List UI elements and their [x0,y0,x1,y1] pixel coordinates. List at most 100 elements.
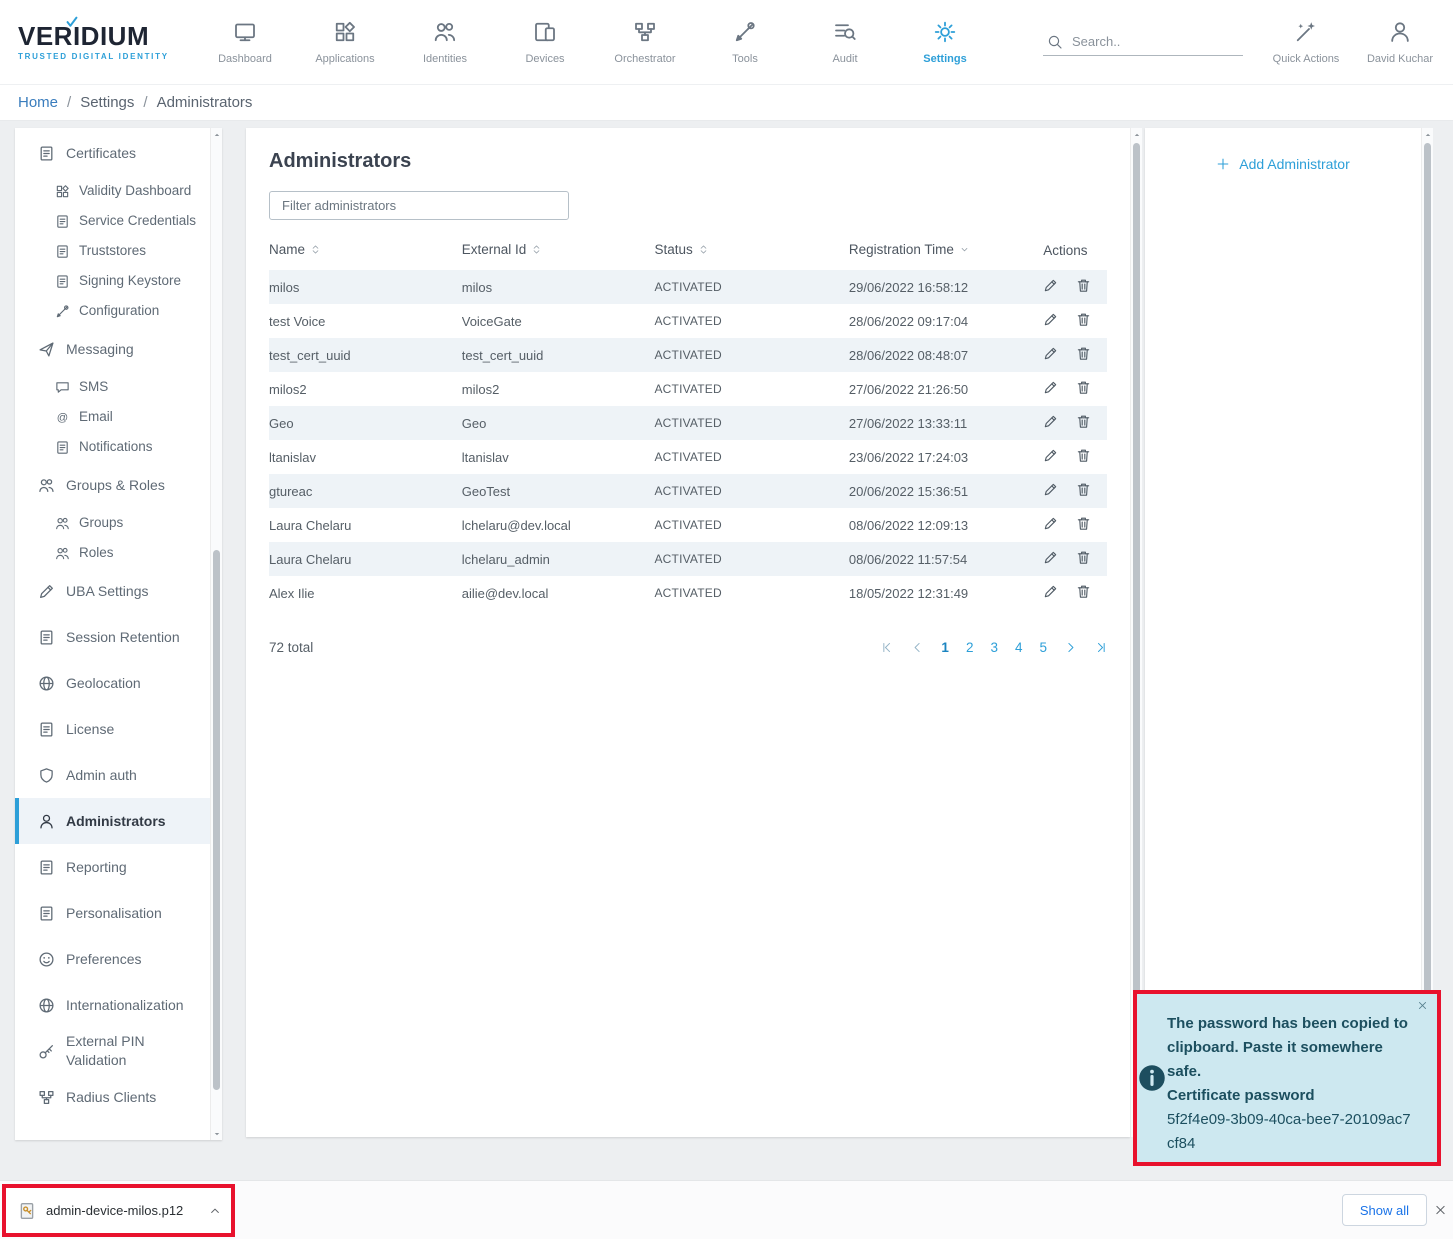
sidebar-item-certificates[interactable]: Certificates [15,130,210,176]
edit-admin-button[interactable] [1043,278,1058,293]
page-4-button[interactable]: 4 [1015,640,1023,655]
show-all-downloads-button[interactable]: Show all [1342,1194,1427,1226]
sidebar-item-geolocation[interactable]: Geolocation [15,660,210,706]
edit-admin-button[interactable] [1043,414,1058,429]
column-header-external-id[interactable]: External Id [462,232,655,270]
table-row[interactable]: milosmilosACTIVATED29/06/2022 16:58:12 [269,270,1107,304]
table-row[interactable]: milos2milos2ACTIVATED27/06/2022 21:26:50 [269,372,1107,406]
sidebar-item-notifications[interactable]: Notifications [15,432,210,462]
downloaded-file-chip[interactable]: admin-device-milos.p12 [6,1202,231,1220]
search-input[interactable] [1072,34,1239,49]
edit-admin-button[interactable] [1043,346,1058,361]
nav-item-dashboard[interactable]: Dashboard [195,20,295,65]
delete-admin-button[interactable] [1076,584,1091,599]
sidebar-item-license[interactable]: License [15,706,210,752]
edit-admin-button[interactable] [1043,380,1058,395]
sidebar-item-uba-settings[interactable]: UBA Settings [15,568,210,614]
sidebar-item-email[interactable]: @Email [15,402,210,432]
delete-admin-button[interactable] [1076,448,1091,463]
delete-admin-button[interactable] [1076,346,1091,361]
nav-item-tools[interactable]: Tools [695,20,795,65]
main-scrollbar-thumb[interactable] [1133,143,1140,1122]
table-row[interactable]: gtureacGeoTestACTIVATED20/06/2022 15:36:… [269,474,1107,508]
breadcrumb-settings[interactable]: Settings [80,94,134,111]
nav-item-quick-actions[interactable]: Quick Actions [1267,20,1345,65]
sidebar-scrollbar-thumb[interactable] [213,550,220,1090]
sidebar-item-roles[interactable]: Roles [15,538,210,568]
sidebar-item-internationalization[interactable]: Internationalization [15,982,210,1028]
scroll-up-icon[interactable] [1422,128,1433,141]
nav-item-david-kuchar[interactable]: David Kuchar [1361,20,1439,65]
sidebar-item-administrators[interactable]: Administrators [15,798,210,844]
filter-administrators-input[interactable] [269,191,569,220]
sidebar-item-groups[interactable]: Groups [15,508,210,538]
breadcrumb-home[interactable]: Home [18,94,58,111]
sidebar-item-admin-auth[interactable]: Admin auth [15,752,210,798]
delete-admin-button[interactable] [1076,414,1091,429]
table-row[interactable]: ltanislavltanislavACTIVATED23/06/2022 17… [269,440,1107,474]
sidebar-item-sms[interactable]: SMS [15,372,210,402]
toast-close-icon[interactable] [1417,1000,1428,1011]
validity-dashboard-icon [55,184,70,199]
sidebar-item-service-credentials[interactable]: Service Credentials [15,206,210,236]
sidebar-item-signing-keystore[interactable]: Signing Keystore [15,266,210,296]
sidebar-item-preferences[interactable]: Preferences [15,936,210,982]
delete-admin-button[interactable] [1076,312,1091,327]
last-page-button[interactable] [1094,641,1107,654]
nav-item-devices[interactable]: Devices [495,20,595,65]
scroll-down-icon[interactable] [211,1127,222,1140]
table-row[interactable]: GeoGeoACTIVATED27/06/2022 13:33:11 [269,406,1107,440]
scroll-up-icon[interactable] [1131,128,1142,141]
sidebar-item-configuration[interactable]: Configuration [15,296,210,326]
nav-item-applications[interactable]: Applications [295,20,395,65]
sidebar-item-messaging[interactable]: Messaging [15,326,210,372]
first-page-button[interactable] [881,641,894,654]
column-header-status[interactable]: Status [654,232,848,270]
nav-item-identities[interactable]: Identities [395,20,495,65]
right-panel-scrollbar[interactable] [1421,128,1433,1137]
nav-item-orchestrator[interactable]: Orchestrator [595,20,695,65]
table-row[interactable]: Laura Chelarulchelaru_adminACTIVATED08/0… [269,542,1107,576]
chevron-up-icon[interactable] [209,1205,221,1217]
sidebar-item-radius-clients[interactable]: Radius Clients [15,1074,210,1120]
edit-admin-button[interactable] [1043,448,1058,463]
table-row[interactable]: test VoiceVoiceGateACTIVATED28/06/2022 0… [269,304,1107,338]
delete-admin-button[interactable] [1076,550,1091,565]
sidebar-scrollbar[interactable] [210,128,222,1140]
column-header-name[interactable]: Name [269,232,462,270]
delete-admin-button[interactable] [1076,380,1091,395]
next-page-button[interactable] [1064,641,1077,654]
sidebar-item-reporting[interactable]: Reporting [15,844,210,890]
edit-admin-button[interactable] [1043,516,1058,531]
delete-admin-button[interactable] [1076,516,1091,531]
sidebar-item-groups-roles[interactable]: Groups & Roles [15,462,210,508]
table-row[interactable]: Alex Ilieailie@dev.localACTIVATED18/05/2… [269,576,1107,610]
right-scrollbar-thumb[interactable] [1424,143,1431,1122]
edit-admin-button[interactable] [1043,550,1058,565]
previous-page-button[interactable] [911,641,924,654]
page-1-button[interactable]: 1 [941,640,949,655]
add-administrator-button[interactable]: Add Administrator [1216,156,1350,172]
delete-admin-button[interactable] [1076,482,1091,497]
edit-admin-button[interactable] [1043,584,1058,599]
table-row[interactable]: Laura Chelarulchelaru@dev.localACTIVATED… [269,508,1107,542]
table-row[interactable]: test_cert_uuidtest_cert_uuidACTIVATED28/… [269,338,1107,372]
sidebar-item-validity-dashboard[interactable]: Validity Dashboard [15,176,210,206]
column-header-registration-time[interactable]: Registration Time [849,232,1043,270]
page-2-button[interactable]: 2 [966,640,974,655]
veridium-logo[interactable]: VERIDIUM TRUSTED DIGITAL IDENTITY [0,23,195,61]
edit-admin-button[interactable] [1043,312,1058,327]
page-5-button[interactable]: 5 [1039,640,1047,655]
sidebar-item-personalisation[interactable]: Personalisation [15,890,210,936]
sidebar-item-session-retention[interactable]: Session Retention [15,614,210,660]
nav-item-settings[interactable]: Settings [895,20,995,65]
nav-item-audit[interactable]: Audit [795,20,895,65]
download-bar-close-icon[interactable] [1434,1204,1447,1217]
sidebar-item-truststores[interactable]: Truststores [15,236,210,266]
main-scrollbar[interactable] [1130,128,1142,1137]
sidebar-item-external-pin-validation[interactable]: External PIN Validation [15,1028,210,1074]
edit-admin-button[interactable] [1043,482,1058,497]
scroll-up-icon[interactable] [211,128,222,141]
delete-admin-button[interactable] [1076,278,1091,293]
page-3-button[interactable]: 3 [990,640,998,655]
